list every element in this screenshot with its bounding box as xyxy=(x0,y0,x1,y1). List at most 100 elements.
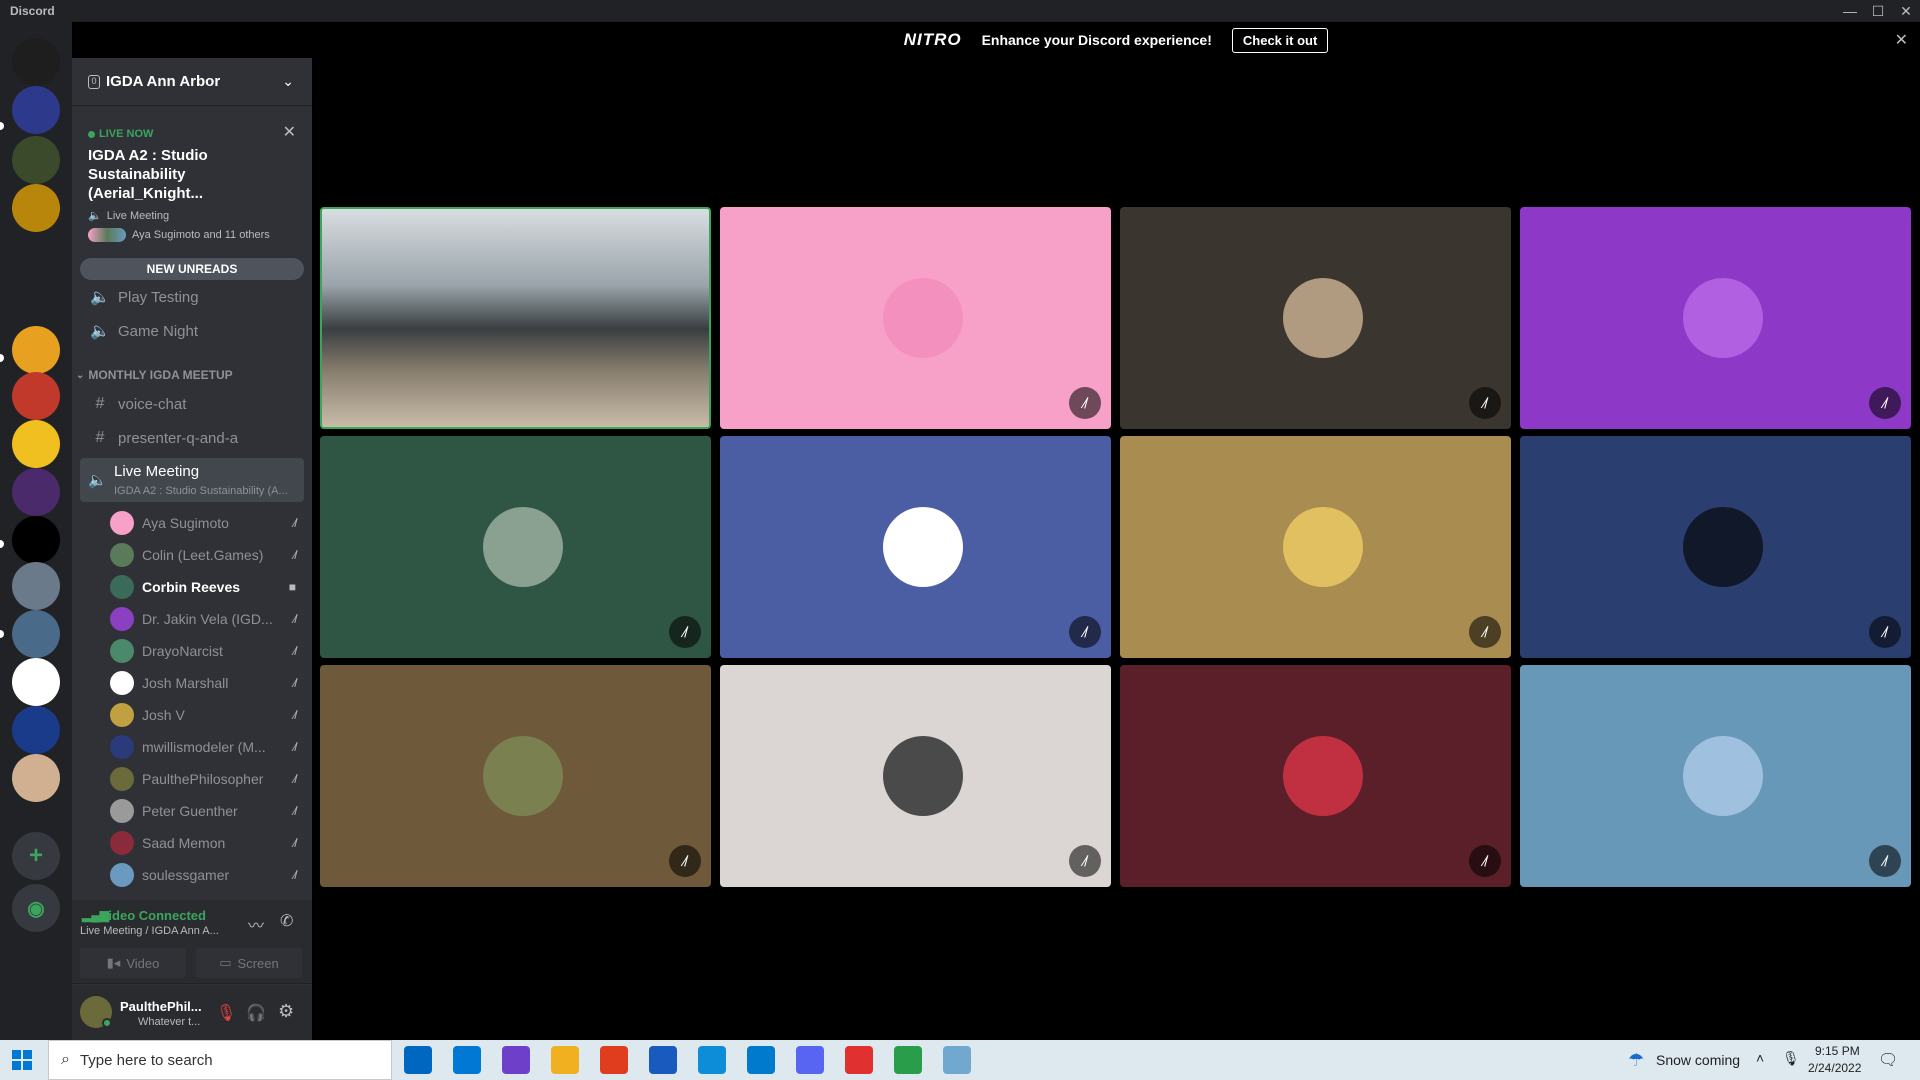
headphones-icon[interactable]: 🎧 xyxy=(246,1003,266,1023)
video-tile[interactable]: ⁄̸ xyxy=(720,207,1111,429)
taskbar-search-box[interactable]: ⌕ Type here to search xyxy=(48,1040,392,1080)
channel-live-meeting[interactable]: 🔈 Live Meeting IGDA A2 : Studio Sustaina… xyxy=(80,458,304,502)
file-explorer-icon[interactable] xyxy=(551,1046,579,1074)
server-icon[interactable] xyxy=(12,658,60,706)
server-header[interactable]: 0 IGDA Ann Arbor ⌄ xyxy=(72,58,312,106)
video-tile[interactable]: ⁄̸ xyxy=(1520,436,1911,658)
voice-member[interactable]: Corbin Reeves ■ xyxy=(110,572,304,602)
voice-member[interactable]: Aya Sugimoto ⁄̸ xyxy=(110,508,304,538)
check-it-out-button[interactable]: Check it out xyxy=(1231,27,1329,53)
voice-status-subtitle[interactable]: Live Meeting / IGDA Ann A... xyxy=(80,925,219,937)
channel-play-testing[interactable]: 🔈 Play Testing xyxy=(80,281,304,313)
server-icon[interactable] xyxy=(12,38,60,86)
voice-member[interactable]: mwillismodeler (M... ⁄̸ xyxy=(110,732,304,762)
discord-icon[interactable] xyxy=(796,1046,824,1074)
office-icon[interactable] xyxy=(600,1046,628,1074)
server-icon[interactable] xyxy=(12,562,60,610)
server-icon[interactable] xyxy=(12,754,60,802)
server-icon[interactable] xyxy=(12,468,60,516)
explore-servers-button[interactable]: ◉ xyxy=(12,884,60,932)
voice-member[interactable]: Colin (Leet.Games) ⁄̸ xyxy=(110,540,304,570)
add-server-button[interactable]: + xyxy=(12,832,60,880)
server-icon[interactable] xyxy=(12,86,60,134)
start-button[interactable] xyxy=(12,1050,32,1070)
server-icon[interactable] xyxy=(12,610,60,658)
noise-suppression-icon[interactable]: 〰 xyxy=(248,912,264,936)
weather-text[interactable]: Snow coming xyxy=(1656,1052,1740,1068)
notepad-icon[interactable] xyxy=(943,1046,971,1074)
video-tile[interactable]: ⁄̸ xyxy=(1120,665,1511,887)
muted-mic-icon: ⁄̸ xyxy=(293,612,296,626)
speaker-icon: 🔈 xyxy=(90,289,110,306)
server-icon[interactable] xyxy=(12,136,60,184)
channel-label: voice-chat xyxy=(118,395,187,413)
gear-icon[interactable]: ⚙ xyxy=(278,1001,294,1022)
store-icon[interactable] xyxy=(404,1046,432,1074)
clock-date[interactable]: 2/24/2022 xyxy=(1808,1061,1861,1075)
server-icon[interactable] xyxy=(12,420,60,468)
nitro-logo: NITRO xyxy=(903,30,962,49)
disconnect-icon[interactable]: ✆ xyxy=(280,911,293,931)
unread-indicator xyxy=(0,354,4,362)
video-tile[interactable]: ⁄̸ xyxy=(320,436,711,658)
chrome-icon[interactable] xyxy=(894,1046,922,1074)
microphone-icon[interactable]: 🎙 xyxy=(1782,1050,1800,1067)
mail-icon[interactable] xyxy=(453,1046,481,1074)
avatar xyxy=(110,703,134,727)
notifications-icon[interactable]: 🗨 xyxy=(1878,1050,1898,1070)
vscode-icon[interactable] xyxy=(747,1046,775,1074)
github-icon[interactable] xyxy=(502,1046,530,1074)
new-unreads-button[interactable]: NEW UNREADS xyxy=(80,258,304,280)
server-icon[interactable] xyxy=(12,232,60,280)
server-icon[interactable] xyxy=(12,184,60,232)
target-icon[interactable] xyxy=(845,1046,873,1074)
voice-member[interactable]: Dr. Jakin Vela (IGD... ⁄̸ xyxy=(110,604,304,634)
video-tile[interactable]: ⁄̸ xyxy=(720,665,1111,887)
clock-time[interactable]: 9:15 PM xyxy=(1815,1044,1860,1058)
maximize-button[interactable]: ☐ xyxy=(1864,0,1892,22)
video-tile[interactable]: ⁄̸ xyxy=(1120,207,1511,429)
server-list: + ◉ xyxy=(0,22,72,1040)
voice-member[interactable]: Saad Memon ⁄̸ xyxy=(110,828,304,858)
server-icon[interactable] xyxy=(12,516,60,564)
voice-member[interactable]: soulessgamer ⁄̸ xyxy=(110,860,304,890)
edge-icon[interactable] xyxy=(698,1046,726,1074)
chevron-down-icon[interactable]: ⌄ xyxy=(282,73,294,90)
channel-voice-chat[interactable]: # voice-chat xyxy=(80,388,304,420)
category-monthly-igda-meetup[interactable]: ⌄ MONTHLY IGDA MEETUP xyxy=(76,367,304,383)
video-tile[interactable]: ⁄̸ xyxy=(1520,665,1911,887)
server-icon[interactable] xyxy=(12,372,60,420)
muted-mic-icon: ⁄̸ xyxy=(293,644,296,658)
screen-share-button[interactable]: ▭ Screen xyxy=(196,948,302,978)
close-banner-button[interactable]: ✕ xyxy=(1895,30,1908,50)
voice-member[interactable]: Josh Marshall ⁄̸ xyxy=(110,668,304,698)
unread-indicator xyxy=(0,540,4,548)
video-tile[interactable] xyxy=(320,207,711,429)
event-channel: Live Meeting xyxy=(106,209,170,222)
live-event-card[interactable]: LIVE NOW ✕ IGDA A2 : Studio Sustainabili… xyxy=(80,120,304,242)
voice-member[interactable]: PaulthePhilosopher ⁄̸ xyxy=(110,764,304,794)
video-tile[interactable]: ⁄̸ xyxy=(720,436,1111,658)
member-name: mwillismodeler (M... xyxy=(142,739,266,755)
minimize-button[interactable]: — xyxy=(1836,0,1864,22)
close-icon[interactable]: ✕ xyxy=(283,122,296,142)
video-button[interactable]: ▮◂ Video xyxy=(80,948,186,978)
chevron-up-icon[interactable]: ˄ xyxy=(1756,1050,1764,1066)
muted-mic-icon: ⁄̸ xyxy=(1069,845,1101,877)
video-tile[interactable]: ⁄̸ xyxy=(320,665,711,887)
user-name[interactable]: PaulthePhil... xyxy=(120,999,202,1014)
voice-member[interactable]: Josh V ⁄̸ xyxy=(110,700,304,730)
voice-member[interactable]: DrayoNarcist ⁄̸ xyxy=(110,636,304,666)
close-window-button[interactable]: ✕ xyxy=(1892,0,1920,22)
voice-status-title[interactable]: Video Connected xyxy=(100,908,206,923)
video-tile[interactable]: ⁄̸ xyxy=(1120,436,1511,658)
server-icon[interactable] xyxy=(12,706,60,754)
voice-member[interactable]: Peter Guenther ⁄̸ xyxy=(110,796,304,826)
channel-presenter-q-and-a[interactable]: # presenter-q-and-a xyxy=(80,422,304,454)
server-icon[interactable] xyxy=(12,280,60,328)
mute-mic-icon[interactable]: 🎙 xyxy=(216,1003,236,1023)
channel-game-night[interactable]: 🔈 Game Night xyxy=(80,315,304,347)
word-icon[interactable] xyxy=(649,1046,677,1074)
server-icon[interactable] xyxy=(12,326,60,374)
video-tile[interactable]: ⁄̸ xyxy=(1520,207,1911,429)
